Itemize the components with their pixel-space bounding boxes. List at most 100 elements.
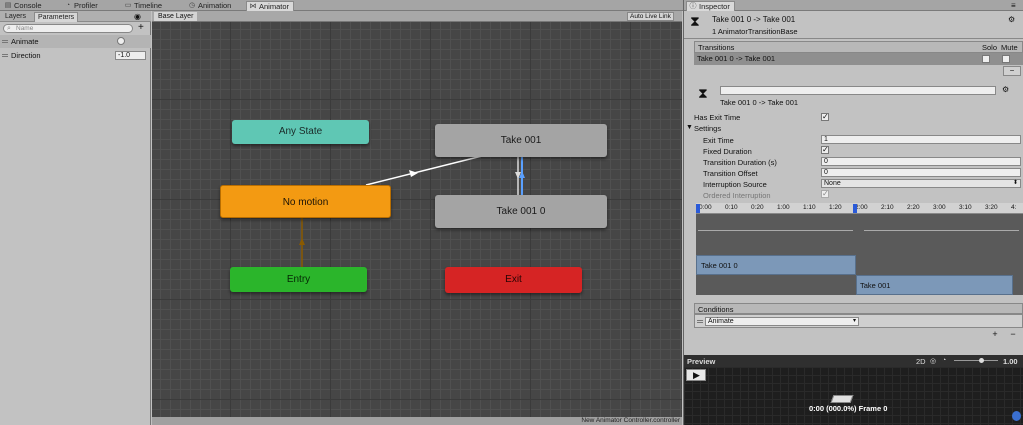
info-icon: ⓘ (689, 3, 697, 10)
transition-duration-label: Transition Duration (s) (703, 158, 777, 167)
interruption-source-dropdown[interactable]: None ⬍ (821, 179, 1021, 188)
inspector-title: Take 001 0 -> Take 001 (712, 15, 796, 24)
mute-label: Mute (1001, 43, 1018, 52)
solo-checkbox[interactable] (982, 55, 990, 63)
settings-gear-icon[interactable]: ⚙ (1008, 15, 1015, 24)
transition-icon: ⧗ (698, 85, 708, 101)
tab-timeline[interactable]: ▭ Timeline (122, 1, 166, 11)
curve-line (698, 230, 853, 231)
conditions-header: Conditions (694, 303, 1023, 314)
parameters-panel: Layers Parameters ◉ ⌕ Name + Animate Dir… (0, 11, 151, 425)
has-exit-time-checkbox[interactable]: ✓ (821, 113, 829, 121)
remove-condition-button[interactable]: − (1004, 329, 1022, 339)
interruption-source-label: Interruption Source (703, 180, 767, 189)
parameter-row[interactable]: Animate (0, 35, 151, 48)
tab-label: Timeline (134, 1, 163, 10)
exit-time-field[interactable]: 1 (821, 135, 1021, 144)
mute-checkbox[interactable] (1002, 55, 1010, 63)
state-no-motion[interactable]: No motion (220, 185, 391, 218)
has-exit-time-label: Has Exit Time (694, 113, 741, 122)
tab-animation[interactable]: ◷ Animation (186, 1, 235, 11)
timeline-ruler[interactable]: 0:00 0:10 0:20 1:00 1:10 1:20 2:00 2:10 … (696, 203, 1023, 214)
remove-transition-button[interactable]: − (1003, 66, 1021, 76)
foldout-arrow-icon[interactable]: ▼ (686, 124, 693, 131)
condition-parameter-dropdown[interactable]: Animate ▾ (705, 317, 859, 326)
tick-label: 2:20 (907, 204, 920, 211)
tab-label: Animator (259, 2, 290, 11)
tick-label: 1:10 (803, 204, 816, 211)
animator-graph[interactable]: Base Layer Auto Live Link Any State No m… (152, 11, 682, 425)
state-take-001[interactable]: Take 001 (435, 124, 607, 157)
speed-slider[interactable] (954, 360, 998, 361)
preview-label: Preview (687, 357, 716, 366)
ordered-interruption-checkbox[interactable]: ✓ (821, 190, 829, 198)
transition-end-marker[interactable] (853, 204, 857, 213)
arrow-head (409, 170, 418, 177)
search-icon: ⌕ (7, 25, 11, 32)
tick-label: 0:10 (725, 204, 738, 211)
eye-icon[interactable]: ◉ (134, 12, 141, 21)
tab-inspector[interactable]: ⓘ Inspector (686, 1, 735, 11)
tab-parameters[interactable]: Parameters (34, 12, 79, 22)
transition-icon: ⧗ (690, 13, 700, 29)
play-button[interactable]: ▶ (686, 369, 706, 381)
timeline-icon: ▭ (124, 2, 132, 9)
transitions-label: Transitions (698, 43, 735, 52)
divider (684, 38, 1023, 39)
search-placeholder: Name (16, 25, 34, 32)
add-parameter-button[interactable]: + (138, 23, 144, 33)
parameter-name: Animate (11, 37, 39, 46)
tick-label: 3:10 (959, 204, 972, 211)
preview-viewport[interactable]: ▶ 0:00 (000.0%) Frame 0 (684, 367, 1023, 425)
float-value-field[interactable]: -1.0 (115, 51, 146, 60)
transition-duration-field[interactable]: 0 (821, 157, 1021, 166)
condition-row[interactable]: Animate ▾ (694, 314, 1023, 328)
tick-label: 0:00 (699, 204, 712, 211)
exit-time-marker[interactable] (696, 204, 700, 213)
drag-handle-icon[interactable] (2, 54, 8, 57)
controller-path: New Animator Controller.controller (152, 417, 682, 425)
tab-console[interactable]: ▤ Console (2, 1, 46, 11)
tab-label: Inspector (699, 2, 730, 11)
parameter-name: Direction (11, 51, 41, 60)
profiler-icon: ◔ (65, 2, 71, 9)
transition-name-field[interactable] (720, 86, 996, 95)
avatar-icon[interactable] (1012, 411, 1021, 421)
destination-clip-bar[interactable]: Take 001 (856, 275, 1013, 295)
source-clip-bar[interactable]: Take 001 0 (696, 255, 856, 275)
animation-icon: ◷ (188, 2, 196, 9)
drag-handle-icon[interactable] (2, 40, 8, 43)
tick-label: 1:00 (777, 204, 790, 211)
transition-arrow[interactable] (365, 155, 483, 186)
dropdown-value: None (824, 180, 841, 187)
search-input[interactable]: ⌕ Name (3, 24, 133, 33)
curve-line (864, 230, 1019, 231)
state-entry[interactable]: Entry (230, 267, 367, 292)
speed-slider-handle[interactable] (979, 358, 984, 363)
tab-animator[interactable]: ⋈ Animator (246, 1, 295, 11)
settings-gear-icon[interactable]: ⚙ (1002, 85, 1009, 94)
transitions-header: Transitions Solo Mute (694, 41, 1023, 53)
add-condition-button[interactable]: + (986, 329, 1004, 339)
parameter-row[interactable]: Direction -1.0 (0, 49, 151, 62)
drag-handle-icon[interactable] (697, 320, 703, 323)
camera-icon[interactable]: ◎ (930, 357, 936, 365)
transition-offset-field[interactable]: 0 (821, 168, 1021, 177)
bool-toggle[interactable] (117, 37, 125, 45)
state-take-001-0[interactable]: Take 001 0 (435, 195, 607, 228)
destination-clip-label: Take 001 (860, 281, 891, 290)
transition-timeline[interactable]: 0:00 0:10 0:20 1:00 1:10 1:20 2:00 2:10 … (696, 203, 1023, 295)
transition-row[interactable]: Take 001 0 -> Take 001 (694, 53, 1023, 65)
tab-profiler[interactable]: ◔ Profiler (62, 1, 102, 11)
state-exit[interactable]: Exit (445, 267, 582, 293)
transition-subtitle: Take 001 0 -> Take 001 (720, 98, 799, 107)
panel-menu-icon[interactable]: ≡ (1011, 1, 1016, 10)
transition-row-label: Take 001 0 -> Take 001 (697, 54, 776, 63)
state-any-state[interactable]: Any State (232, 120, 369, 144)
tab-layers[interactable]: Layers (2, 12, 29, 22)
fixed-duration-checkbox[interactable]: ✓ (821, 146, 829, 154)
inspector-tab-bar: ⓘ Inspector ≡ (684, 0, 1023, 11)
tick-label: 3:20 (985, 204, 998, 211)
preview-2d-toggle[interactable]: 2D (916, 357, 926, 366)
tick-label: 2:10 (881, 204, 894, 211)
